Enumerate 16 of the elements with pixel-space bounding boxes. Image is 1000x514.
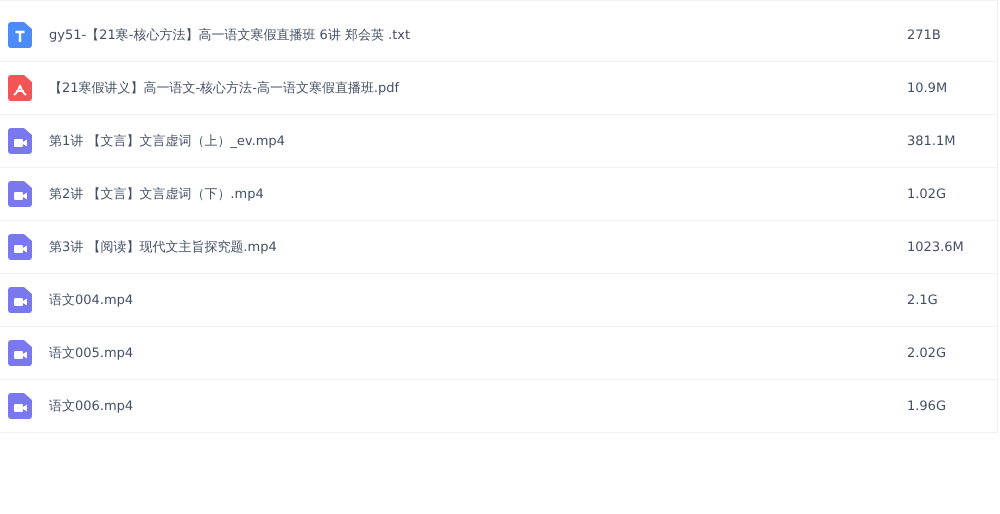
file-name[interactable]: 第3讲 【阅读】现代文主旨探究题.mp4	[49, 238, 907, 256]
file-size: 381.1M	[907, 134, 956, 148]
file-name[interactable]: 语文006.mp4	[49, 397, 907, 415]
file-name[interactable]: 语文004.mp4	[49, 291, 907, 309]
file-size: 2.02G	[907, 346, 948, 360]
file-name[interactable]: 【21寒假讲义】高一语文-核心方法-高一语文寒假直播班.pdf	[49, 79, 907, 97]
file-name[interactable]: gy51-【21寒-核心方法】高一语文寒假直播班 6讲 郑会英 .txt	[49, 26, 907, 44]
file-size: 2.1G	[907, 292, 939, 308]
file-size: 1023.6M	[907, 240, 965, 254]
file-name[interactable]: 第2讲 【文言】文言虚词（下）.mp4	[49, 185, 907, 203]
file-size: 1.02G	[907, 186, 948, 202]
file-name[interactable]: 语文005.mp4	[49, 344, 907, 362]
file-size: 1.96G	[907, 398, 948, 414]
file-size: 10.9M	[907, 80, 948, 96]
file-name[interactable]: 第1讲 【文言】文言虚词（上）_ev.mp4	[49, 132, 907, 150]
file-size: 271B	[907, 28, 942, 42]
